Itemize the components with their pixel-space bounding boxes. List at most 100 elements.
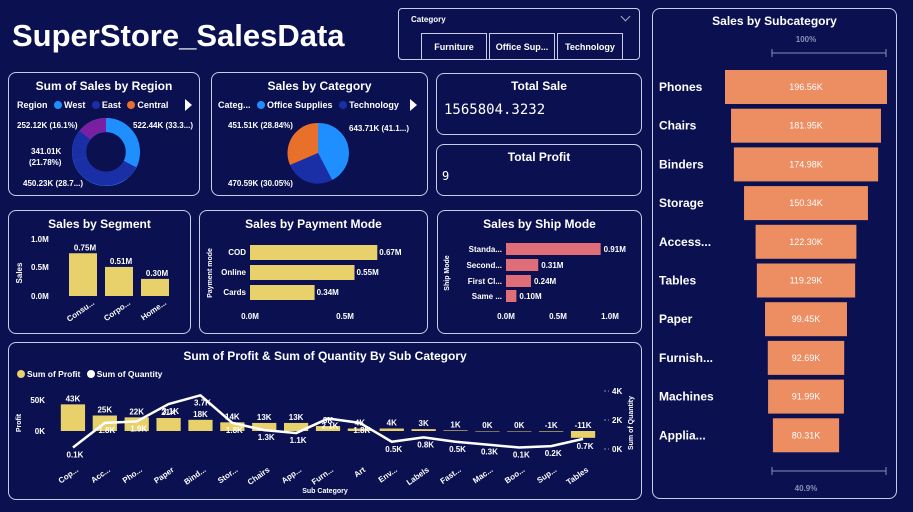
combo-category-label: Paper [152, 465, 175, 485]
segment-bar[interactable] [105, 266, 133, 296]
ship-bar[interactable] [506, 275, 531, 287]
profit-bar[interactable] [188, 419, 213, 431]
slicer-option-technology[interactable]: Technology [557, 33, 623, 59]
quantity-value-label: 0.7K [577, 442, 594, 451]
funnel-value-label: 196.56K [789, 82, 823, 92]
subcategory-funnel-chart: 100% 40.9% 196.56K Phones 181.95K Chairs 174… [659, 35, 887, 493]
ship-bar[interactable] [506, 259, 539, 271]
profit-value-label: -1K [545, 421, 558, 430]
profit-bar[interactable] [411, 429, 436, 431]
page-title: SuperStore_SalesData [12, 18, 345, 53]
region-label-3: 341.01K [31, 147, 61, 156]
profit-value-label: 13K [289, 413, 304, 422]
category-slicer[interactable]: Category Furniture Office Sup... Technol… [398, 8, 640, 60]
profit-bar[interactable] [443, 430, 468, 431]
quantity-value-label: 1.3K [258, 433, 275, 442]
profit-bar[interactable] [507, 431, 532, 432]
quantity-value-label: 1.9K [130, 424, 147, 433]
slicer-option-office-supplies[interactable]: Office Sup... [489, 33, 555, 59]
profit-value-label: 43K [66, 394, 81, 403]
combo-y2tick: 4K [612, 387, 622, 396]
ship-bar[interactable] [506, 243, 601, 255]
ship-value-label: 0.91M [604, 245, 627, 254]
funnel-bottom-pct: 40.9% [795, 484, 818, 493]
ship-category-label: Standa... [469, 245, 502, 254]
funnel-category-label: Storage [659, 196, 704, 210]
funnel-category-label: Applia... [659, 428, 706, 442]
slicer-label: Category [411, 15, 446, 24]
combo-category-label: Acc... [89, 465, 112, 485]
segment-card: Sales by Segment Sales 1.0M 0.5M 0.0M 0.… [8, 210, 191, 334]
funnel-value-label: 119.29K [790, 276, 823, 286]
total-profit-value: 9 [442, 169, 450, 183]
combo-category-label: Env... [377, 465, 399, 484]
combo-category-label: Stor... [216, 465, 239, 485]
ship-value-label: 0.24M [534, 277, 557, 286]
total-sale-card: Total Sale 1565804.3232 [436, 73, 642, 135]
quantity-value-label: 1.8K [98, 426, 115, 435]
combo-category-label: Chairs [246, 465, 272, 487]
funnel-category-label: Machines [659, 390, 714, 404]
slicer-option-furniture[interactable]: Furniture [421, 33, 487, 59]
quantity-value-label: 0.3K [481, 448, 498, 457]
profit-bar[interactable] [60, 404, 86, 431]
profit-value-label: 22K [129, 407, 144, 416]
total-profit-title: Total Profit [507, 150, 571, 164]
payment-bar[interactable] [250, 245, 378, 260]
funnel-value-label: 99.45K [792, 314, 821, 324]
profit-quantity-chart: Profit Sum of Quantity Sub Category 50K 0… [16, 387, 635, 495]
profit-quantity-card: Sum of Profit & Sum of Quantity By Sub C… [8, 342, 642, 500]
segment-value-label: 0.51M [110, 257, 133, 266]
funnel-value-label: 122.30K [789, 237, 823, 247]
funnel-value-label: 80.31K [792, 430, 821, 440]
quantity-value-label: 1.8K [226, 426, 243, 435]
category-pie-card: Sales by Category Categ... Office Suppli… [211, 72, 428, 196]
combo-category-label: Boo... [503, 465, 526, 485]
segment-bar-chart: Sales 1.0M 0.5M 0.0M 0.75M Consu... 0.51M C… [15, 235, 169, 324]
profit-bar[interactable] [539, 431, 564, 432]
category-label-2: 643.71K (41.1...) [349, 124, 409, 133]
total-sale-title: Total Sale [511, 79, 567, 93]
profit-bar[interactable] [570, 431, 596, 438]
combo-xlabel: Sub Category [302, 488, 348, 495]
payment-bar[interactable] [250, 265, 355, 280]
combo-category-label: Bind... [182, 465, 207, 486]
profit-value-label: 0K [514, 421, 524, 430]
payment-bar-chart: Payment mode COD 0.67M Online 0.55M Cards 0.3… [207, 245, 402, 321]
funnel-value-label: 150.34K [789, 198, 823, 208]
region-donut-chart: 252.12K (16.1%) 522.44K (33.3...) 341.01… [17, 117, 193, 188]
payment-bar[interactable] [250, 285, 315, 300]
segment-category-label: Consu... [65, 298, 96, 323]
combo-category-label: Art [352, 465, 367, 479]
quantity-value-label: 1.1K [290, 436, 307, 445]
quantity-value-label: 3.1K [162, 407, 179, 416]
profit-value-label: 3K [419, 419, 429, 428]
combo-ytick: 50K [30, 396, 45, 405]
chevron-down-icon[interactable] [620, 11, 631, 22]
ship-tick: 1.0M [601, 312, 619, 321]
donut-slice-south [79, 117, 107, 140]
funnel-category-label: Binders [659, 157, 704, 171]
funnel-category-label: Access... [659, 235, 711, 249]
category-pie-chart: 451.51K (28.84%) 643.71K (41.1...) 470.5… [228, 121, 409, 188]
region-label-4: (21.78%) [29, 158, 62, 167]
total-sale-value: 1565804.3232 [444, 102, 546, 118]
profit-bar[interactable] [379, 428, 404, 431]
segment-bar[interactable] [69, 253, 97, 296]
payment-ylabel: Payment mode [207, 248, 214, 298]
profit-bar[interactable] [156, 417, 181, 431]
combo-category-label: Fast... [439, 465, 463, 486]
quantity-value-label: 0.5K [449, 445, 466, 454]
combo-category-label: Tables [565, 465, 591, 487]
profit-bar[interactable] [475, 431, 500, 432]
combo-category-label: Cop... [57, 465, 80, 485]
combo-category-label: Mac... [471, 465, 494, 485]
ship-card: Sales by Ship Mode Ship Mode Standa... 0.… [437, 210, 642, 334]
funnel-category-label: Tables [659, 274, 696, 288]
segment-ylabel: Sales [15, 262, 24, 283]
segment-tick-3: 0.0M [31, 292, 49, 301]
ship-bar[interactable] [506, 290, 517, 302]
region-label-5: 450.23K (28.7...) [23, 179, 83, 188]
funnel-category-label: Chairs [659, 119, 697, 133]
segment-bar[interactable] [141, 278, 169, 296]
